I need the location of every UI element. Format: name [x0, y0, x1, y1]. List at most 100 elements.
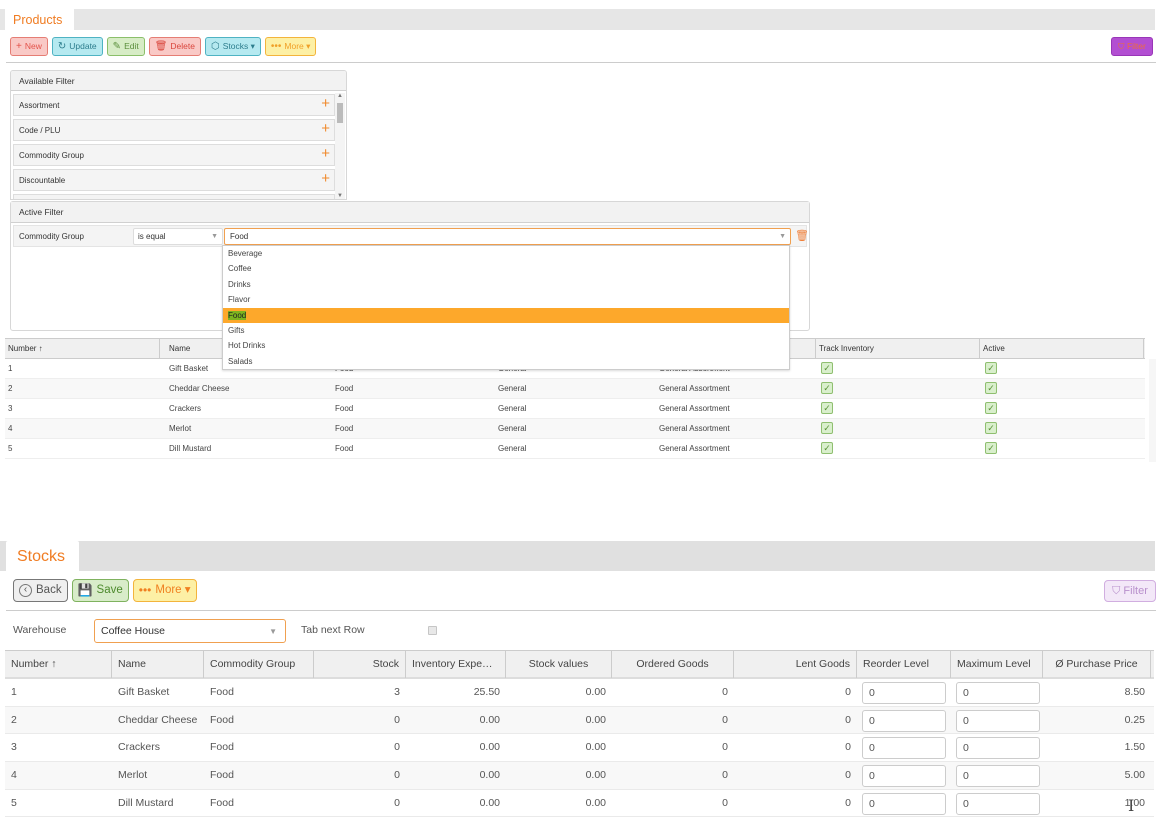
available-filter-item[interactable]: Commodity Group +: [13, 144, 335, 166]
maximum-level-input[interactable]: 0: [956, 709, 1040, 732]
column-header-purchase-price[interactable]: Ø Purchase Price: [1043, 651, 1151, 678]
add-filter-icon[interactable]: +: [321, 168, 330, 190]
column-header-stock[interactable]: Stock: [314, 651, 406, 678]
track-inventory-checkbox[interactable]: ✓: [821, 402, 833, 414]
scrollbar-thumb[interactable]: [337, 103, 343, 123]
filter-button[interactable]: ⛉ Filter: [1104, 580, 1156, 602]
cell-commodity-group: Food: [210, 796, 234, 809]
dropdown-option[interactable]: Drinks: [223, 277, 789, 292]
cell-purchase-price: 0.25: [1124, 713, 1145, 726]
active-checkbox[interactable]: ✓: [985, 442, 997, 454]
table-row[interactable]: 3 Crackers Food 0 0.00 0.00 0 0 1.50 0 0: [5, 734, 1154, 763]
dropdown-option[interactable]: Salads: [223, 354, 789, 369]
maximum-level-input[interactable]: 0: [956, 765, 1040, 788]
column-header-active[interactable]: Active: [980, 339, 1144, 359]
scroll-up-icon[interactable]: ▲: [337, 93, 343, 99]
delete-button[interactable]: 🗑 Delete: [148, 37, 201, 56]
available-filter-item[interactable]: Code / PLU +: [13, 119, 335, 141]
reorder-level-input[interactable]: 0: [862, 737, 946, 760]
tab-next-row-checkbox[interactable]: [428, 626, 437, 635]
reorder-level-input[interactable]: 0: [862, 792, 946, 815]
dropdown-option[interactable]: Gifts: [223, 323, 789, 338]
table-row[interactable]: 5 Dill Mustard Food 0 0.00 0.00 0 0 1.00 0 0: [5, 790, 1154, 818]
tab-stocks[interactable]: Stocks: [6, 541, 79, 572]
add-filter-icon[interactable]: +: [321, 143, 330, 165]
available-filter-item[interactable]: +: [13, 193, 335, 199]
save-button[interactable]: 💾 Save: [71, 579, 129, 602]
dropdown-option-selected[interactable]: Food: [223, 307, 789, 323]
filter-item-label: Assortment: [19, 101, 60, 110]
column-header-lent-goods[interactable]: Lent Goods: [734, 651, 857, 678]
dropdown-option[interactable]: Coffee: [223, 261, 789, 276]
cell-number: 5: [8, 444, 13, 453]
available-filter-item[interactable]: Assortment +: [13, 94, 335, 116]
add-filter-icon[interactable]: +: [321, 93, 330, 115]
remove-filter-icon[interactable]: 🗑: [795, 229, 809, 242]
column-header-track-inventory[interactable]: Track Inventory: [816, 339, 980, 359]
column-header-number[interactable]: Number ↑: [5, 651, 112, 678]
dropdown-option[interactable]: Beverage: [223, 246, 789, 261]
track-inventory-checkbox[interactable]: ✓: [821, 382, 833, 394]
more-button[interactable]: ••• More ▾: [264, 37, 317, 56]
cell-ordered-goods: 0: [722, 769, 728, 782]
column-header-inventory-expenses[interactable]: Inventory Expe…: [406, 651, 506, 678]
dropdown-option[interactable]: Flavor: [223, 292, 789, 307]
cell-commodity-group: Food: [210, 686, 234, 698]
products-table-scrollbar[interactable]: [1149, 359, 1156, 462]
track-inventory-checkbox[interactable]: ✓: [821, 362, 833, 374]
reorder-level-input[interactable]: 0: [862, 709, 946, 732]
column-header-ordered-goods[interactable]: Ordered Goods: [612, 651, 734, 678]
stocks-button[interactable]: ⬡ Stocks ▾: [205, 37, 261, 56]
operator-value: is equal: [138, 232, 166, 241]
cell-assortment: General Assortment: [659, 424, 730, 433]
maximum-level-input[interactable]: 0: [956, 682, 1040, 704]
table-row[interactable]: 4 Merlot Food General General Assortment ✓ ✓: [5, 419, 1145, 439]
column-header-reorder-level[interactable]: Reorder Level: [857, 651, 951, 678]
update-button[interactable]: ↻ Update: [51, 37, 103, 56]
add-filter-icon[interactable]: +: [321, 193, 330, 199]
column-header-name[interactable]: Name: [112, 651, 204, 678]
active-checkbox[interactable]: ✓: [985, 362, 997, 374]
dropdown-option[interactable]: Hot Drinks: [223, 338, 789, 353]
track-inventory-checkbox[interactable]: ✓: [821, 422, 833, 434]
table-row[interactable]: 2 Cheddar Cheese Food 0 0.00 0.00 0 0 0.25 0 0: [5, 706, 1154, 735]
table-row[interactable]: 1 Gift Basket Food 3 25.50 0.00 0 0 8.50 0 0: [5, 679, 1154, 707]
column-header-maximum-level[interactable]: Maximum Level: [951, 651, 1043, 678]
cell-subgroup: General: [498, 404, 527, 413]
maximum-level-input[interactable]: 0: [956, 792, 1040, 815]
cell-stock: 0: [394, 796, 400, 809]
maximum-level-input[interactable]: 0: [956, 737, 1040, 760]
track-inventory-checkbox[interactable]: ✓: [821, 442, 833, 454]
filter-button[interactable]: ⛉ Filter: [1111, 37, 1153, 56]
add-filter-icon[interactable]: +: [321, 118, 330, 140]
table-row[interactable]: 3 Crackers Food General General Assortment ✓ ✓: [5, 399, 1145, 419]
available-filter-scrollbar[interactable]: ▲ ▼: [335, 93, 345, 199]
active-checkbox[interactable]: ✓: [985, 382, 997, 394]
edit-button[interactable]: ✎ Edit: [106, 37, 145, 56]
new-button[interactable]: + New: [10, 37, 48, 56]
table-row[interactable]: 4 Merlot Food 0 0.00 0.00 0 0 5.00 0 0: [5, 762, 1154, 790]
cell-stock: 0: [394, 713, 400, 726]
products-tab-bar: [0, 9, 1155, 30]
filter-value-select[interactable]: Food ▼: [224, 228, 791, 245]
active-checkbox[interactable]: ✓: [985, 422, 997, 434]
back-button[interactable]: ‹ Back: [13, 579, 68, 602]
column-header-commodity-group[interactable]: Commodity Group: [204, 651, 314, 678]
more-button[interactable]: ••• More ▾: [132, 579, 197, 602]
warehouse-select[interactable]: Coffee House ▼: [94, 619, 286, 643]
column-header-stock-values[interactable]: Stock values: [506, 651, 612, 678]
tab-products[interactable]: Products: [5, 9, 74, 31]
active-checkbox[interactable]: ✓: [985, 402, 997, 414]
scroll-down-icon[interactable]: ▼: [337, 193, 343, 199]
column-header-number[interactable]: Number ↑: [5, 339, 160, 359]
table-row[interactable]: 2 Cheddar Cheese Food General General Assort…: [5, 379, 1145, 399]
table-row[interactable]: 5 Dill Mustard Food General General Assortme…: [5, 439, 1145, 459]
reorder-level-input[interactable]: 0: [862, 765, 946, 788]
reorder-level-input[interactable]: 0: [862, 682, 946, 704]
available-filter-item[interactable]: Discountable +: [13, 169, 335, 191]
cell-inventory-expenses: 25.50: [473, 686, 500, 698]
filter-item-label: Discountable: [19, 176, 66, 185]
filter-operator-select[interactable]: is equal ▼: [133, 228, 223, 245]
stocks-table: Number ↑ Name Commodity Group Stock Inve…: [5, 650, 1154, 818]
cell-name: Cheddar Cheese: [169, 384, 230, 393]
